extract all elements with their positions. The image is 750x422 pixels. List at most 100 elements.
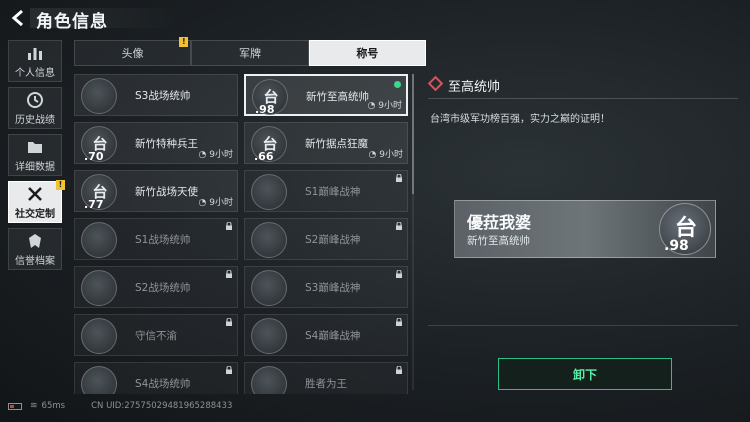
plate-emblem: 台 .98 — [659, 203, 711, 255]
page-title: 角色信息 — [36, 12, 108, 32]
lock-icon — [226, 366, 232, 374]
plate-title: 新竹至高统帅 — [467, 235, 530, 247]
emblem-rank: .66 — [254, 150, 274, 163]
player-name: 優菈我婆 — [467, 213, 532, 232]
lock-icon — [396, 270, 402, 278]
nav-label: 个人信息 — [15, 67, 55, 79]
divider — [428, 98, 738, 99]
tab-label: 称号 — [356, 47, 379, 60]
title-emblem — [251, 318, 287, 354]
title-emblem — [251, 222, 287, 258]
nav-item-credit-record[interactable]: 信誉档案 — [8, 228, 62, 270]
emblem-rank: .98 — [664, 238, 689, 254]
lock-icon — [226, 222, 232, 230]
diamond-icon — [427, 75, 444, 92]
title-card[interactable]: 胜者为王 — [244, 362, 408, 394]
title-emblem — [81, 366, 117, 394]
nav-item-social-custom[interactable]: 社交定制 ! — [8, 180, 65, 223]
title-emblem — [251, 174, 287, 210]
title-emblem: 台 .70 — [81, 126, 117, 163]
title-card[interactable]: S3巅峰战神 — [244, 266, 408, 308]
title-name: S2巅峰战神 — [305, 234, 361, 246]
wifi-icon: ≋ — [30, 401, 38, 411]
detail-description: 台湾市级军功榜百强，实力之巅的证明！ — [430, 114, 610, 125]
grid-scrollbar[interactable] — [412, 74, 414, 390]
title-card[interactable]: S4巅峰战神 — [244, 314, 408, 356]
title-card[interactable]: 台.70 新竹特种兵王 9小时 — [74, 122, 238, 164]
alert-badge: ! — [179, 37, 189, 47]
time-remaining: 9小时 — [368, 98, 402, 111]
scrollbar-thumb[interactable] — [412, 74, 414, 194]
time-remaining: 9小时 — [199, 195, 233, 208]
title-name: S3战场统帅 — [135, 90, 191, 102]
lock-icon — [396, 318, 402, 326]
alert-badge: ! — [56, 180, 65, 190]
title-card[interactable]: S2巅峰战神 — [244, 218, 408, 260]
nav-label: 详细数据 — [15, 161, 55, 173]
title-emblem — [81, 78, 117, 114]
title-emblem: 台 .66 — [251, 126, 287, 163]
title-name: 新竹特种兵王 — [135, 138, 198, 150]
title-name: S1战场统帅 — [135, 234, 191, 246]
nav-label: 信誉档案 — [15, 255, 55, 267]
tab-dogtag[interactable]: 军牌 — [191, 40, 309, 66]
title-emblem — [251, 366, 287, 394]
equipped-indicator — [394, 81, 401, 88]
title-name: 新竹据点狂魔 — [305, 138, 368, 150]
tab-bar: 头像 ! 军牌 称号 — [74, 37, 426, 66]
header-bar: 角色信息 — [0, 0, 750, 36]
tools-icon — [28, 186, 42, 201]
nav-item-history[interactable]: 历史战绩 — [8, 87, 62, 129]
title-name: S2战场统帅 — [135, 282, 191, 294]
lock-icon — [396, 222, 402, 230]
emblem-rank: .77 — [84, 198, 104, 211]
status-bar: ≋ 65ms CN UID:2757502948196528​8433 — [8, 399, 232, 413]
detail-heading: 至高统帅 — [427, 75, 501, 95]
title-card[interactable]: 守信不渝 — [74, 314, 238, 356]
title-emblem: 台 .98 — [252, 79, 288, 116]
nav-item-personal-info[interactable]: 个人信息 — [8, 40, 62, 82]
tab-title[interactable]: 称号 — [308, 40, 426, 66]
title-name: S4战场统帅 — [135, 378, 191, 390]
detail-title: 至高统帅 — [448, 80, 501, 95]
title-emblem: 台 .77 — [81, 174, 117, 211]
tab-label: 军牌 — [238, 47, 261, 60]
title-card[interactable]: S1巅峰战神 — [244, 170, 408, 212]
clock-icon — [27, 91, 43, 108]
title-card[interactable]: 台.98 新竹至高统帅 9小时 — [244, 74, 408, 116]
tab-label: 头像 — [121, 47, 144, 60]
nav-item-detailed-data[interactable]: 详细数据 — [8, 134, 62, 176]
title-emblem — [81, 270, 117, 306]
nav-label: 历史战绩 — [15, 114, 55, 126]
tab-avatar[interactable]: 头像 ! — [74, 37, 192, 66]
ping-readout: 65ms — [41, 401, 66, 411]
title-card[interactable]: S1战场统帅 — [74, 218, 238, 260]
title-grid: S3战场统帅 台.98 新竹至高统帅 9小时 台.70 新竹特种兵王 9小时 台… — [74, 72, 410, 394]
title-emblem — [81, 222, 117, 258]
title-name: 胜者为王 — [305, 378, 347, 390]
time-remaining: 9小时 — [369, 147, 403, 160]
back-arrow-icon[interactable] — [8, 8, 28, 28]
title-name: 新竹至高统帅 — [306, 91, 369, 103]
title-name: S4巅峰战神 — [305, 330, 361, 342]
bar-chart-icon — [28, 47, 42, 60]
title-card[interactable]: 台.77 新竹战场天使 9小时 — [74, 170, 238, 212]
battery-icon — [8, 402, 22, 410]
user-uid: CN UID:2757502948196528​8433 — [91, 401, 233, 411]
title-card[interactable]: S4战场统帅 — [74, 362, 238, 394]
lock-icon — [396, 174, 402, 182]
lock-icon — [226, 270, 232, 278]
unequip-button[interactable]: 卸下 — [498, 358, 672, 390]
title-name: 新竹战场天使 — [135, 186, 198, 198]
title-card[interactable]: S3战场统帅 — [74, 74, 238, 116]
title-card[interactable]: S2战场统帅 — [74, 266, 238, 308]
emblem-rank: .98 — [255, 103, 275, 116]
title-name: S3巅峰战神 — [305, 282, 361, 294]
title-emblem — [251, 270, 287, 306]
shield-icon — [29, 233, 41, 248]
time-remaining: 9小时 — [199, 147, 233, 160]
title-emblem — [81, 318, 117, 354]
nav-label: 社交定制 — [15, 208, 55, 220]
lock-icon — [396, 366, 402, 374]
title-card[interactable]: 台.66 新竹据点狂魔 9小时 — [244, 122, 408, 164]
